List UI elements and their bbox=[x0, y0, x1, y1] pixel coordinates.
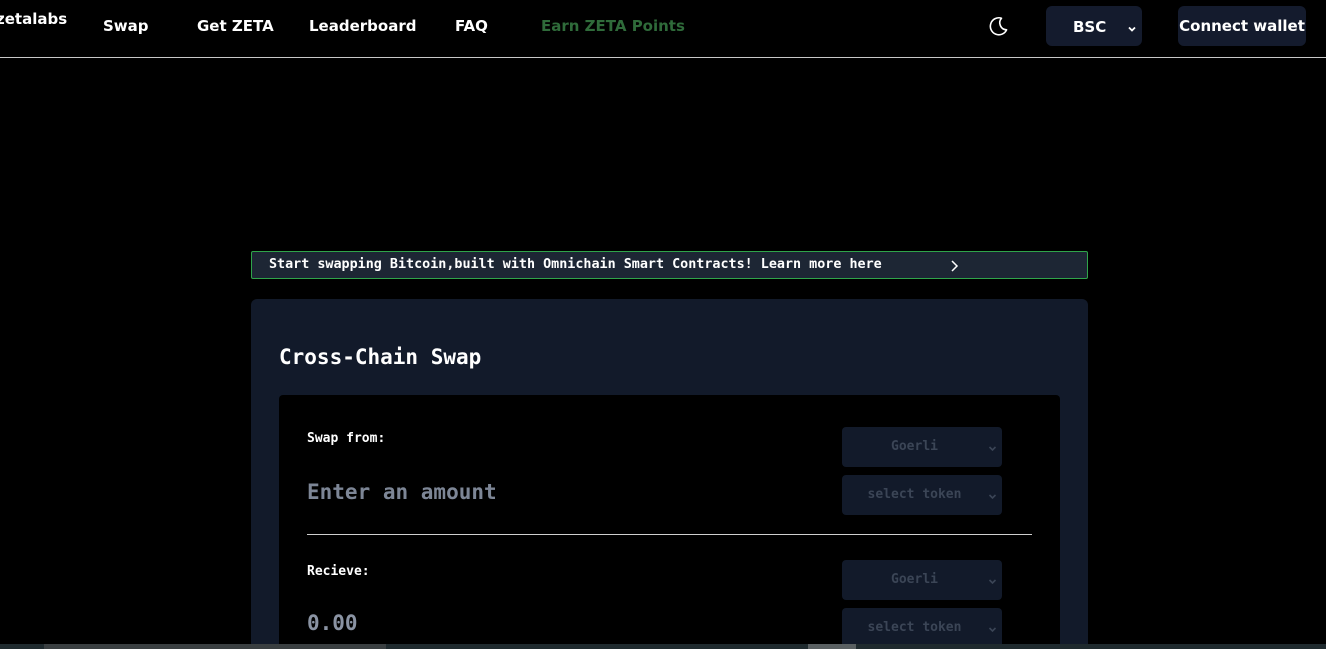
scrollbar-thumb-secondary[interactable] bbox=[808, 644, 856, 649]
nav-get-zeta-link[interactable]: Get ZETA bbox=[197, 17, 274, 35]
moon-icon[interactable] bbox=[987, 15, 1009, 37]
receive-label: Recieve: bbox=[307, 564, 370, 579]
scrollbar-thumb[interactable] bbox=[44, 644, 386, 649]
chevron-down-icon bbox=[988, 575, 997, 585]
to-token-select[interactable]: select token bbox=[842, 608, 1002, 648]
swap-divider bbox=[307, 534, 1032, 535]
swap-card: Cross-Chain Swap Swap from: Goerli selec… bbox=[251, 299, 1088, 649]
receive-amount: 0.00 bbox=[307, 611, 358, 635]
to-network-select[interactable]: Goerli bbox=[842, 560, 1002, 600]
connect-wallet-button[interactable]: Connect wallet bbox=[1178, 6, 1306, 46]
chevron-down-icon bbox=[988, 442, 997, 452]
chevron-right-icon bbox=[949, 259, 959, 273]
to-network-value: Goerli bbox=[891, 572, 938, 587]
swap-from-label: Swap from: bbox=[307, 431, 386, 446]
swap-card-title: Cross-Chain Swap bbox=[279, 345, 482, 369]
chevron-down-icon bbox=[988, 623, 997, 633]
top-navbar: zetalabs Swap Get ZETA Leaderboard FAQ E… bbox=[0, 0, 1326, 58]
from-network-select[interactable]: Goerli bbox=[842, 427, 1002, 467]
nav-leaderboard-link[interactable]: Leaderboard bbox=[309, 17, 416, 35]
chevron-down-icon bbox=[1127, 20, 1137, 32]
chain-select-value: BSC bbox=[1073, 18, 1107, 36]
from-token-select[interactable]: select token bbox=[842, 475, 1002, 515]
swap-panel: Swap from: Goerli select token Recieve: … bbox=[279, 395, 1060, 649]
swap-from-amount-input[interactable] bbox=[307, 478, 607, 506]
nav-earn-zeta-points-link[interactable]: Earn ZETA Points bbox=[541, 17, 685, 35]
logo[interactable]: zetalabs bbox=[0, 10, 67, 28]
nav-faq-link[interactable]: FAQ bbox=[455, 17, 488, 35]
nav-swap-link[interactable]: Swap bbox=[103, 17, 149, 35]
learn-more-banner[interactable]: Start swapping Bitcoin,built with Omnich… bbox=[251, 251, 1088, 279]
from-network-value: Goerli bbox=[891, 439, 938, 454]
chevron-down-icon bbox=[988, 490, 997, 500]
horizontal-scrollbar[interactable] bbox=[0, 644, 1326, 649]
to-token-value: select token bbox=[867, 620, 962, 635]
banner-text: Start swapping Bitcoin,built with Omnich… bbox=[269, 257, 882, 272]
chain-select[interactable]: BSC bbox=[1046, 6, 1142, 46]
from-token-value: select token bbox=[867, 487, 962, 502]
